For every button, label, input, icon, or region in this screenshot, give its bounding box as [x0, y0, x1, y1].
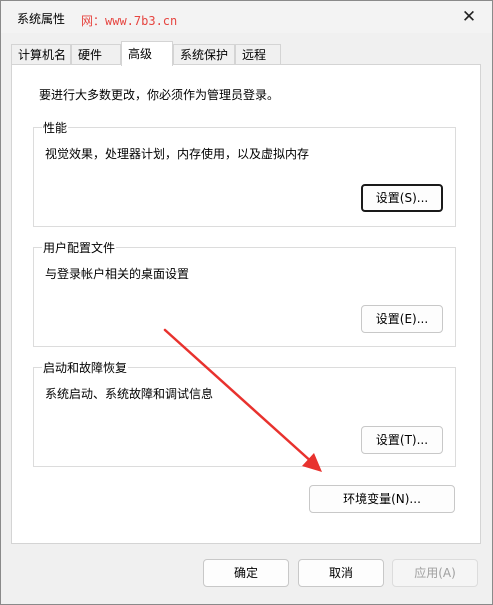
startup-recovery-description: 系统启动、系统故障和调试信息 [45, 387, 214, 401]
performance-description: 视觉效果，处理器计划，内存使用，以及虚拟内存 [45, 147, 310, 161]
user-profiles-group: 用户配置文件 与登录帐户相关的桌面设置 设置(E)... [33, 239, 456, 347]
startup-recovery-group-title: 启动和故障恢复 [42, 359, 129, 376]
system-properties-window: 系统属性 网：www.7b3.cn ✕ 计算机名 硬件 高级 系统保护 远程 要… [0, 0, 493, 605]
window-title: 系统属性 [17, 12, 66, 26]
performance-settings-button[interactable]: 设置(S)... [361, 184, 443, 212]
user-profiles-settings-button[interactable]: 设置(E)... [361, 305, 443, 333]
ok-button[interactable]: 确定 [203, 559, 289, 587]
startup-recovery-settings-button[interactable]: 设置(T)... [361, 426, 443, 454]
admin-notice: 要进行大多数更改，你必须作为管理员登录。 [39, 88, 280, 102]
startup-recovery-group: 启动和故障恢复 系统启动、系统故障和调试信息 设置(T)... [33, 359, 456, 467]
tab-system-protection[interactable]: 系统保护 [173, 44, 235, 65]
tab-advanced[interactable]: 高级 [121, 41, 173, 66]
watermark-text: 网：www.7b3.cn [81, 14, 178, 28]
apply-button[interactable]: 应用(A) [392, 559, 478, 587]
advanced-tab-panel: 要进行大多数更改，你必须作为管理员登录。 性能 视觉效果，处理器计划，内存使用，… [11, 64, 481, 544]
user-profiles-group-title: 用户配置文件 [42, 239, 117, 256]
environment-variables-button[interactable]: 环境变量(N)... [309, 485, 455, 513]
user-profiles-description: 与登录帐户相关的桌面设置 [45, 267, 190, 281]
tab-computer-name[interactable]: 计算机名 [11, 44, 71, 65]
close-icon[interactable]: ✕ [458, 7, 480, 27]
cancel-button[interactable]: 取消 [298, 559, 384, 587]
tab-remote[interactable]: 远程 [235, 44, 281, 65]
performance-group: 性能 视觉效果，处理器计划，内存使用，以及虚拟内存 设置(S)... [33, 119, 456, 227]
performance-group-title: 性能 [42, 119, 69, 136]
title-bar[interactable]: 系统属性 网：www.7b3.cn ✕ [1, 1, 492, 33]
tab-hardware[interactable]: 硬件 [71, 44, 121, 65]
